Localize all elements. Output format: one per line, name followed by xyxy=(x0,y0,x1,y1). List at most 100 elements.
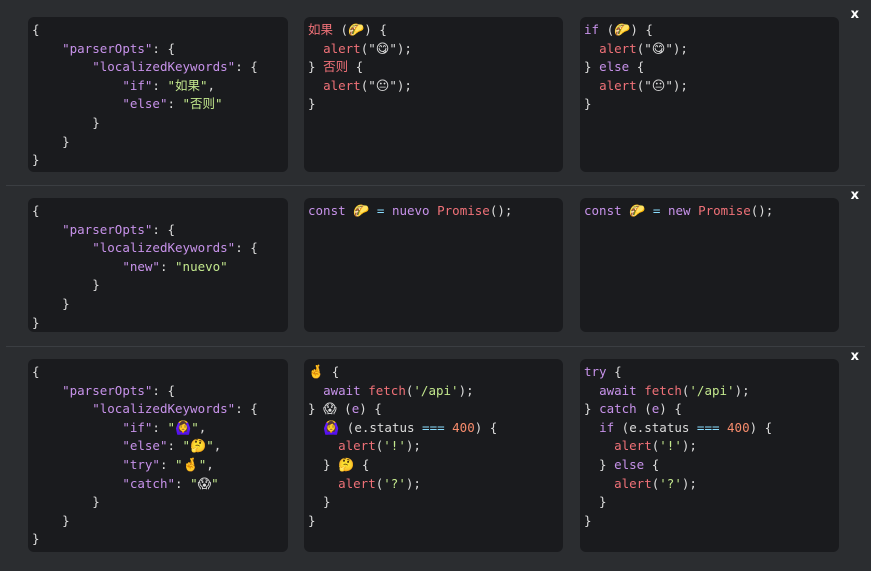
code-line: alert("😐"); xyxy=(584,77,835,96)
code-line: alert("😋"); xyxy=(584,40,835,59)
code-line: alert("😐"); xyxy=(308,77,559,96)
code-token: "new" xyxy=(122,258,160,274)
code-token: ( xyxy=(636,401,652,417)
code-token: '?' xyxy=(659,475,682,491)
code-token: ) { xyxy=(749,419,773,435)
code-token: " xyxy=(211,475,219,491)
code-token: : xyxy=(159,456,176,472)
code-line: 如果 (🌮) { xyxy=(308,21,559,40)
code-line: "parserOpts": { xyxy=(32,221,284,240)
code-line: { xyxy=(32,202,284,221)
code-token: === xyxy=(696,419,720,435)
code-token: alert xyxy=(338,438,376,454)
config-editor[interactable]: { "parserOpts": { "localizedKeywords": {… xyxy=(28,198,288,332)
example-row-2: x { "parserOpts": { "localizedKeywords":… xyxy=(6,185,865,346)
source-editor[interactable]: 如果 (🌮) { alert("😋");} 否则 { alert("😐");} xyxy=(304,17,563,172)
code-token: "); xyxy=(665,77,688,93)
code-token: } xyxy=(32,531,40,547)
code-line: "else": "否则" xyxy=(32,95,284,114)
code-token: alert xyxy=(338,475,376,491)
code-token: === xyxy=(422,419,445,435)
code-token: "try" xyxy=(122,456,160,472)
emoji-token: 🤞 xyxy=(308,365,325,380)
code-token: } xyxy=(308,59,324,75)
code-token: : xyxy=(152,419,168,435)
code-token: { xyxy=(629,59,645,75)
code-token: : xyxy=(175,475,191,491)
source-editor[interactable]: const 🌮 = nuevo Promise(); xyxy=(304,198,563,332)
emoji-token: 🙆‍♀️ xyxy=(175,420,192,436)
code-token: (" xyxy=(636,40,652,56)
code-token: "parserOpts" xyxy=(62,40,153,56)
emoji-token: 😱 xyxy=(197,476,212,492)
code-token: ); xyxy=(681,438,697,454)
code-token: } xyxy=(584,512,592,528)
code-token: } xyxy=(32,512,70,528)
code-token: "parserOpts" xyxy=(62,382,153,398)
close-button[interactable]: x xyxy=(851,7,859,23)
code-token: await xyxy=(599,382,637,398)
code-token: { xyxy=(32,364,40,379)
code-token: "localizedKeywords" xyxy=(92,401,236,417)
code-line: await fetch('/api'); xyxy=(584,382,835,401)
code-line: const 🌮 = new Promise(); xyxy=(584,202,835,221)
code-token: alert xyxy=(614,475,652,491)
code-token: '/api' xyxy=(413,382,459,398)
source-editor[interactable]: 🤞 { await fetch('/api');} 😱 (e) { 🙆‍♀️ (… xyxy=(304,359,563,552)
close-button[interactable]: x xyxy=(851,188,859,204)
code-token: 如果 xyxy=(308,22,334,37)
code-line: "parserOpts": { xyxy=(32,40,284,59)
config-editor[interactable]: { "parserOpts": { "localizedKeywords": {… xyxy=(28,359,288,552)
code-line: "try": "🤞", xyxy=(32,456,284,475)
code-line: } xyxy=(308,95,559,114)
code-token: : { xyxy=(235,240,258,256)
code-token: } xyxy=(308,512,316,528)
code-token: ( xyxy=(614,419,630,435)
code-line: "catch": "😱" xyxy=(32,475,284,494)
output-panel: try { await fetch('/api');} catch (e) { … xyxy=(580,359,839,552)
code-token: } xyxy=(32,314,40,330)
code-line: } catch (e) { xyxy=(584,400,835,419)
code-token: ( xyxy=(339,419,355,435)
code-token: ); xyxy=(405,438,421,454)
code-token: fetch xyxy=(368,382,406,398)
code-token: 400 xyxy=(727,419,750,435)
code-token: ); xyxy=(405,475,421,491)
code-token: (); xyxy=(750,203,774,218)
code-token: else xyxy=(599,59,630,75)
code-token: if xyxy=(599,419,615,435)
code-line: alert("😋"); xyxy=(308,40,559,59)
example-row-1: x { "parserOpts": { "localizedKeywords":… xyxy=(6,5,865,184)
output-panel: if (🌮) { alert("😋");} else { alert("😐");… xyxy=(580,17,839,172)
code-line: const 🌮 = nuevo Promise(); xyxy=(308,202,559,221)
code-token: "localizedKeywords" xyxy=(92,59,236,75)
config-editor[interactable]: { "parserOpts": { "localizedKeywords": {… xyxy=(28,17,288,172)
code-token: alert xyxy=(599,77,637,93)
code-token: Promise xyxy=(698,203,751,218)
code-line: 🙆‍♀️ (e.status === 400) { xyxy=(308,419,559,438)
code-token: new xyxy=(667,203,691,218)
close-button[interactable]: x xyxy=(851,349,859,365)
code-token: "else" xyxy=(122,438,168,454)
code-token: : xyxy=(152,77,168,93)
code-line: } else { xyxy=(584,456,835,475)
code-token: } xyxy=(584,59,600,75)
code-token: "如果" xyxy=(167,77,208,93)
code-line: } xyxy=(32,512,284,531)
code-token: } xyxy=(32,295,70,311)
code-token: (" xyxy=(360,77,376,93)
emoji-token: 🌮 xyxy=(353,204,370,219)
code-token: Promise xyxy=(437,203,490,218)
code-line: } xyxy=(308,512,559,531)
code-token: "else" xyxy=(122,96,168,112)
code-line: "localizedKeywords": { xyxy=(32,239,284,258)
code-line: } xyxy=(584,493,835,512)
code-line: } xyxy=(32,493,284,512)
